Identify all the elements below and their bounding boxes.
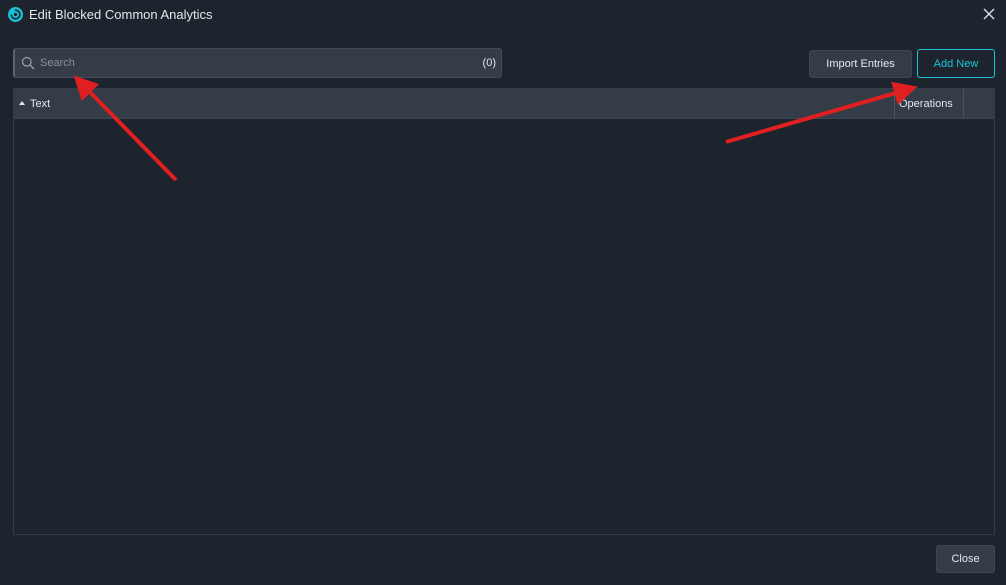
table-header: Text Operations	[14, 89, 994, 119]
search-result-count: (0)	[482, 57, 496, 69]
dialog-window: Edit Blocked Common Analytics (0) Import…	[0, 0, 1006, 585]
column-header-operations[interactable]: Operations	[894, 89, 964, 118]
entries-table: Text Operations	[13, 88, 995, 535]
app-logo-icon	[8, 7, 23, 22]
column-header-text-label: Text	[30, 98, 51, 110]
search-input[interactable]	[40, 53, 460, 73]
window-title: Edit Blocked Common Analytics	[29, 7, 213, 22]
close-button[interactable]: Close	[936, 545, 995, 573]
search-box[interactable]: (0)	[13, 48, 502, 78]
column-header-text[interactable]: Text	[19, 98, 50, 110]
search-icon	[21, 56, 35, 70]
close-icon[interactable]	[980, 5, 998, 23]
import-entries-button[interactable]: Import Entries	[809, 50, 912, 78]
sort-ascending-icon	[19, 101, 25, 105]
title-bar: Edit Blocked Common Analytics	[0, 0, 1006, 30]
add-new-button[interactable]: Add New	[917, 49, 995, 78]
